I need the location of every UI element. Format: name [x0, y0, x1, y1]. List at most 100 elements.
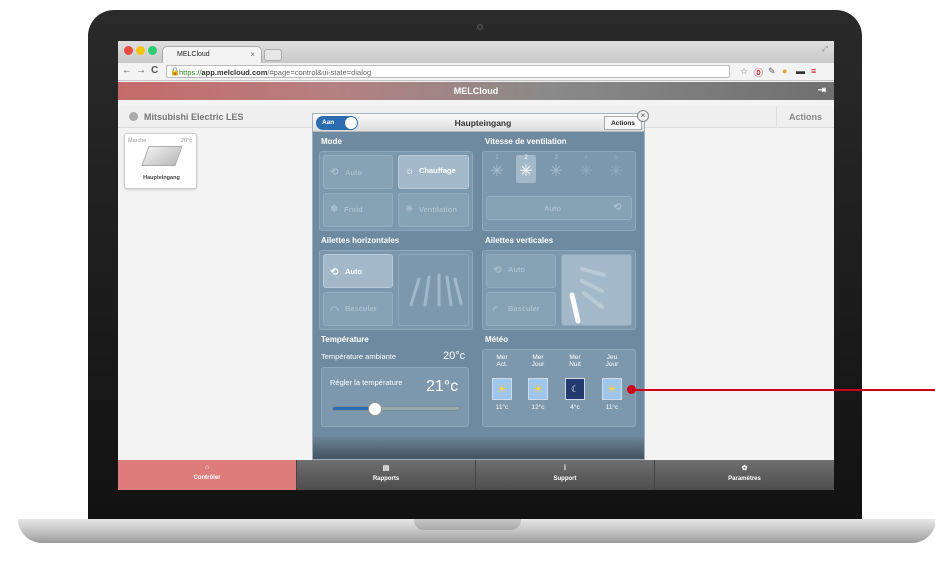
tab-support-label: Support — [553, 476, 577, 482]
weather-temp: 4°c — [570, 404, 580, 411]
cookie-icon[interactable]: ● — [782, 66, 787, 76]
vanes-h-auto-button[interactable]: ⟲ Auto — [323, 254, 393, 288]
weather-temp: 11°c — [605, 404, 619, 411]
building-actions-button[interactable]: Actions — [776, 106, 834, 128]
tab-control-label: Contrôler — [193, 475, 221, 481]
fan-auto-button[interactable]: Auto ⟲ — [486, 196, 632, 220]
extension-icon[interactable]: ▬ — [796, 66, 805, 76]
dialog-close-icon[interactable]: × — [637, 110, 649, 122]
dialog-actions-button[interactable]: Actions — [604, 116, 642, 130]
slider-knob[interactable] — [368, 402, 383, 416]
ambient-temp-label: Température ambiante — [321, 352, 397, 361]
star-icon[interactable]: ☆ — [740, 66, 748, 77]
fan-speed-panel: 1 ✳ 2 ✳ 3 ✳ 4 ✳ 5 ✳ Auto ⟲ — [482, 151, 636, 231]
swing-icon: ◠ — [330, 305, 339, 316]
vanes-v-auto-button[interactable]: ⟲ Auto — [486, 254, 556, 288]
weather-day: Mer — [569, 354, 581, 361]
browser-tab[interactable]: MELCloud × — [162, 46, 262, 63]
laptop-notch — [414, 519, 521, 530]
weather-day-1: Mer Jour — [523, 354, 553, 368]
sun-icon: ☀ — [602, 378, 622, 400]
auto-icon: ⟲ — [330, 167, 339, 178]
tab-support[interactable]: ⅰ Support — [476, 460, 655, 490]
vanes-v-auto-label: Auto — [508, 265, 526, 274]
vanes-v-position-selector[interactable] — [561, 254, 632, 326]
tab-reports[interactable]: ▤ Rapports — [297, 460, 476, 490]
reload-button[interactable]: C — [151, 65, 158, 76]
collapse-icon[interactable] — [129, 112, 138, 121]
unit-temp: 20°c — [180, 138, 192, 144]
swing-icon: ◜ — [493, 305, 497, 316]
app-title: MELCloud — [453, 86, 499, 96]
weather-temp: 11°c — [495, 404, 509, 411]
set-temp-box: Régler la température 21°c — [321, 367, 469, 427]
power-label: Aan — [322, 119, 335, 126]
mode-cool-button[interactable]: ❄ Froid — [323, 193, 393, 227]
close-window-button[interactable] — [124, 46, 133, 55]
annotation-dot — [627, 385, 636, 394]
wrench-icon[interactable]: ✎ — [768, 66, 776, 77]
tab-control[interactable]: ⌂ Contrôler — [118, 460, 297, 490]
browser-tabbar: MELCloud × ⤢ — [118, 41, 834, 63]
snowflake-icon: ❄ — [330, 204, 339, 215]
url-field[interactable]: 🔒 https://app.melcloud.com/#page=control… — [166, 65, 730, 78]
weather-day-2: Mer Nuit — [560, 354, 590, 368]
fan-speed-1[interactable]: 1 ✳ — [487, 155, 507, 183]
power-toggle[interactable]: Aan — [316, 116, 358, 130]
dialog-footer — [313, 437, 644, 459]
weather-day: Mer — [532, 354, 544, 361]
fan-speed-5[interactable]: 5 ✳ — [606, 155, 626, 183]
fan-icon: ✳ — [490, 163, 504, 180]
weather-temp: 12°c — [531, 404, 545, 411]
weather-period: Nuit — [569, 361, 581, 368]
dialog-title: Haupteingang — [454, 118, 512, 128]
mode-auto-button[interactable]: ⟲ Auto — [323, 155, 393, 189]
vanes-h-panel: ⟲ Auto ◠ Basculer — [319, 250, 473, 330]
back-button[interactable]: ← — [122, 65, 132, 76]
fan-speed-4[interactable]: 4 ✳ — [576, 155, 596, 183]
mode-heat-button[interactable]: ☼ Chauffage — [398, 155, 469, 189]
temperature-heading: Température — [321, 335, 369, 344]
tab-close-icon[interactable]: × — [250, 50, 255, 59]
unit-name: Haupteingang — [143, 175, 180, 181]
fan-speed-heading: Vitesse de ventilation — [485, 137, 567, 146]
bottom-nav: ⌂ Contrôler ▤ Rapports ⅰ Support ✿ Paramètre… — [118, 460, 834, 490]
vanes-h-swing-button[interactable]: ◠ Basculer — [323, 292, 393, 326]
opera-icon[interactable]: ⓪ — [754, 66, 763, 79]
info-icon: ⅰ — [564, 465, 566, 472]
cassette-unit-icon — [141, 146, 183, 166]
vanes-v-swing-label: Basculer — [508, 304, 540, 313]
vertical-vanes-icon — [569, 267, 606, 324]
weather-day: Jeu — [606, 354, 618, 361]
weather-day: Mer — [496, 354, 508, 361]
gear-icon: ✿ — [741, 465, 748, 472]
weather-period: Act. — [496, 361, 508, 368]
auto-icon: ⟲ — [493, 265, 502, 276]
tab-settings[interactable]: ✿ Paramètres — [655, 460, 834, 490]
weather-day-0: Mer Act. — [487, 354, 517, 368]
ambient-temp-value: 20°c — [443, 350, 466, 362]
menu-icon[interactable]: ≡ — [811, 66, 816, 76]
vanes-h-swing-label: Basculer — [345, 304, 377, 313]
minimize-window-button[interactable] — [136, 46, 145, 55]
new-tab-button[interactable] — [264, 49, 282, 61]
fullscreen-icon[interactable]: ⤢ — [822, 46, 828, 54]
set-temp-label: Régler la température — [330, 378, 403, 387]
mode-fan-button[interactable]: ✳ Ventilation — [398, 193, 469, 227]
fan-speed-3[interactable]: 3 ✳ — [546, 155, 566, 183]
fan-speed-2[interactable]: 2 ✳ — [516, 155, 536, 183]
vanes-v-swing-button[interactable]: ◜ Basculer — [486, 292, 556, 326]
maximize-window-button[interactable] — [148, 46, 157, 55]
temperature-slider[interactable] — [332, 402, 460, 416]
fan-icon: ✳ — [609, 163, 623, 180]
tab-title: MELCloud — [177, 51, 210, 58]
weather-period: Jour — [605, 361, 619, 368]
tab-reports-label: Rapports — [372, 476, 400, 482]
reports-icon: ▤ — [382, 465, 390, 472]
logout-icon[interactable]: ⇥ — [818, 85, 826, 96]
vanes-h-position-selector[interactable] — [398, 254, 469, 326]
unit-card[interactable]: Marche 20°c Haupteingang — [124, 133, 197, 189]
forward-button[interactable]: → — [136, 65, 146, 76]
app-header: MELCloud ⇥ — [118, 82, 834, 100]
temperature-panel: Température ambiante 20°c Régler la temp… — [319, 349, 473, 431]
